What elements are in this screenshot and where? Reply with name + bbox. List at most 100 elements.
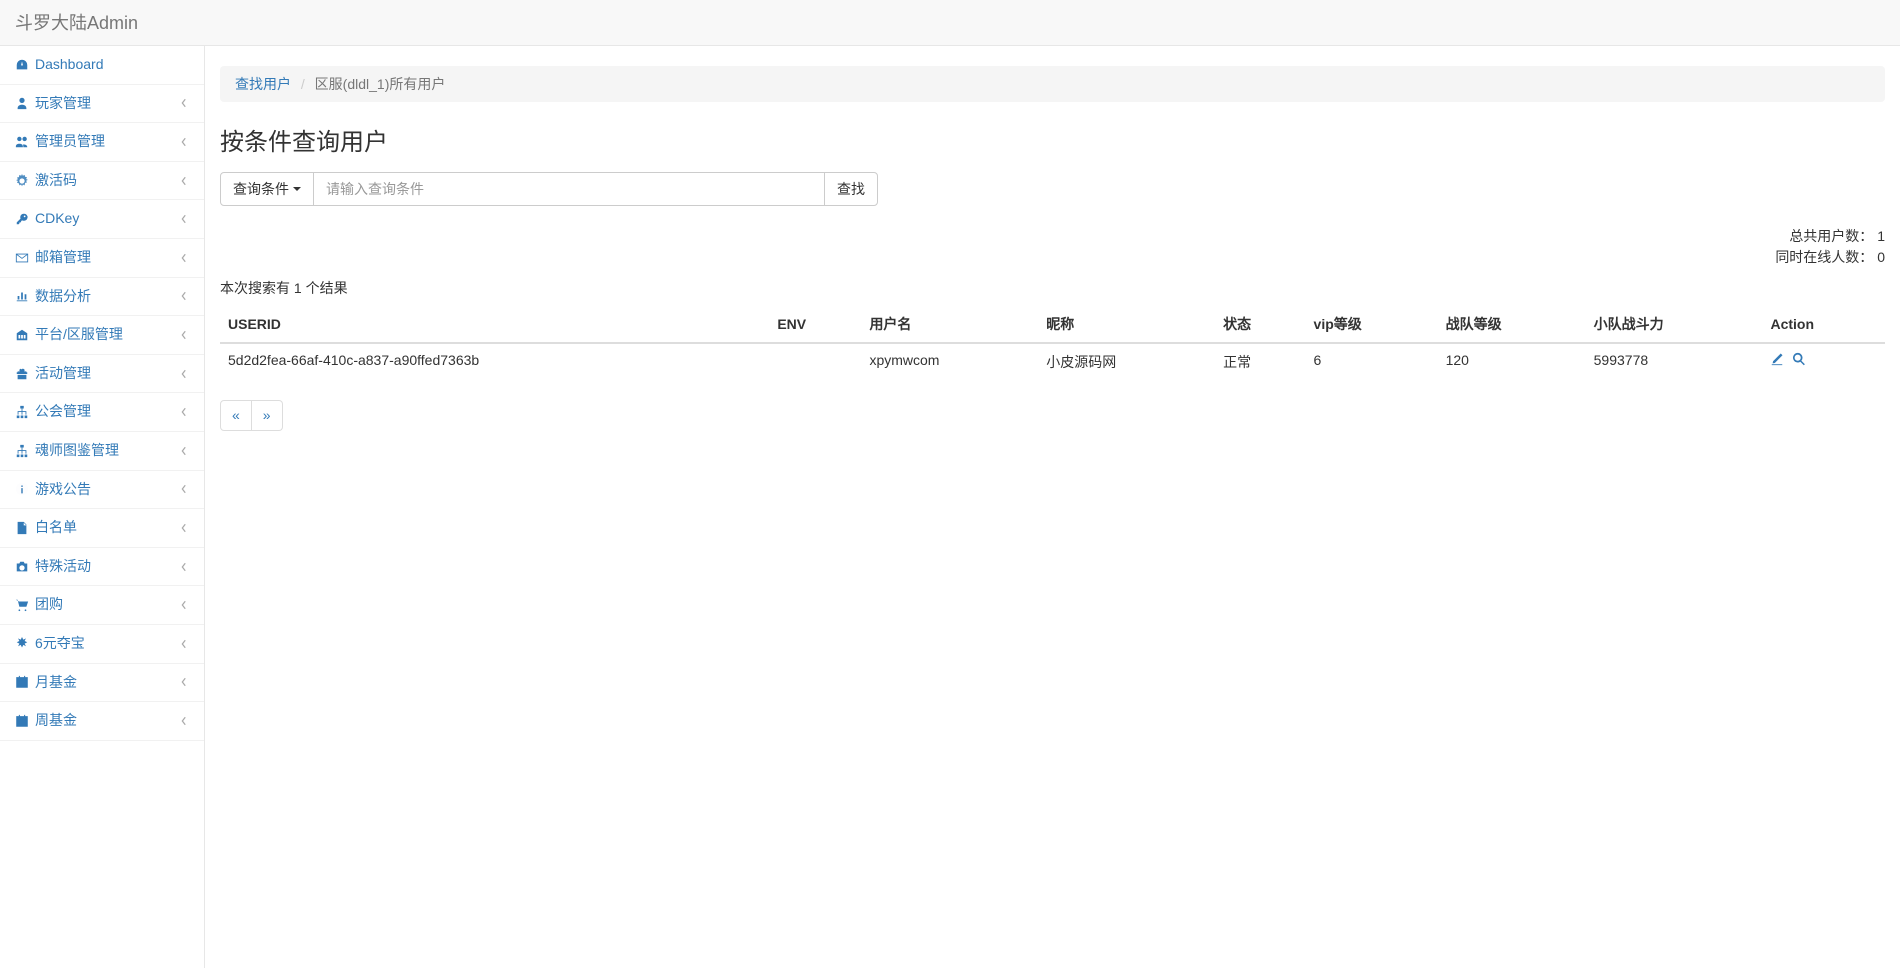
page-title: 按条件查询用户: [220, 122, 1885, 157]
sidebar-item-label: CDKey: [35, 209, 79, 229]
page-prev-button[interactable]: «: [220, 400, 252, 431]
chevron-left-icon: [179, 562, 189, 572]
th-team-level: 战队等级: [1438, 306, 1586, 343]
sidebar-item-player-manage[interactable]: 玩家管理: [0, 85, 204, 124]
sidebar-item-group-buy[interactable]: 团购: [0, 586, 204, 625]
chart-icon: [15, 289, 29, 303]
sidebar-item-label: 团购: [35, 595, 63, 615]
sidebar-item-label: 魂师图鉴管理: [35, 441, 119, 461]
sidebar-item-monthly-fund[interactable]: 月基金: [0, 664, 204, 703]
chevron-left-icon: [179, 446, 189, 456]
calendar-icon: [15, 675, 29, 689]
sidebar-item-label: 数据分析: [35, 287, 91, 307]
th-username: 用户名: [861, 306, 1038, 343]
search-button[interactable]: 查找: [824, 172, 878, 206]
cell-squad-power: 5993778: [1586, 343, 1763, 380]
cell-nickname: 小皮源码网: [1038, 343, 1215, 380]
total-users-label: 总共用户数：: [1789, 228, 1873, 244]
cart-icon: [15, 598, 29, 612]
sidebar-item-label: 周基金: [35, 711, 77, 731]
sidebar-item-label: 公会管理: [35, 402, 91, 422]
th-action: Action: [1762, 306, 1885, 343]
caret-down-icon: [293, 187, 301, 191]
th-status: 状态: [1215, 306, 1305, 343]
cog-icon: [15, 174, 29, 188]
main-content: 查找用户 / 区服(dldl_1)所有用户 按条件查询用户 查询条件 查找 总共…: [205, 46, 1900, 968]
sidebar-item-data-analysis[interactable]: 数据分析: [0, 278, 204, 317]
file-icon: [15, 521, 29, 535]
key-icon: [15, 212, 29, 226]
sidebar-item-cdkey[interactable]: CDKey: [0, 200, 204, 239]
sidebar-item-dashboard[interactable]: Dashboard: [0, 46, 204, 85]
cell-status: 正常: [1215, 343, 1305, 380]
sitemap-icon: [15, 405, 29, 419]
camera-icon: [15, 560, 29, 574]
sidebar-item-label: 特殊活动: [35, 557, 91, 577]
sidebar: Dashboard 玩家管理 管理员管理 激活码: [0, 46, 205, 968]
sidebar-item-label: 游戏公告: [35, 480, 91, 500]
page-next-button[interactable]: »: [252, 400, 283, 431]
breadcrumb-separator: /: [301, 76, 305, 92]
breadcrumb-link-find-user[interactable]: 查找用户: [235, 76, 291, 92]
user-icon: [15, 96, 29, 110]
chevron-left-icon: [179, 369, 189, 379]
search-icon[interactable]: [1792, 352, 1806, 366]
sidebar-item-label: 玩家管理: [35, 94, 91, 114]
calendar-icon: [15, 714, 29, 728]
edit-icon[interactable]: [1770, 352, 1784, 366]
cell-team-level: 120: [1438, 343, 1586, 380]
dropdown-label: 查询条件: [233, 179, 289, 199]
th-vip: vip等级: [1306, 306, 1438, 343]
total-users-value: 1: [1877, 228, 1885, 244]
sidebar-item-weekly-fund[interactable]: 周基金: [0, 702, 204, 741]
table-header-row: USERID ENV 用户名 昵称 状态 vip等级 战队等级 小队战斗力 Ac…: [220, 306, 1885, 343]
dashboard-icon: [15, 58, 29, 72]
app-header: 斗罗大陆Admin: [0, 0, 1900, 46]
th-userid: USERID: [220, 306, 769, 343]
chevron-left-icon: [179, 330, 189, 340]
th-squad-power: 小队战斗力: [1586, 306, 1763, 343]
users-icon: [15, 135, 29, 149]
chevron-left-icon: [179, 137, 189, 147]
users-table: USERID ENV 用户名 昵称 状态 vip等级 战队等级 小队战斗力 Ac…: [220, 306, 1885, 380]
search-input[interactable]: [314, 172, 824, 206]
sidebar-item-6yuan-treasure[interactable]: 6元夺宝: [0, 625, 204, 664]
envelope-icon: [15, 251, 29, 265]
sidebar-item-guild-manage[interactable]: 公会管理: [0, 393, 204, 432]
sidebar-item-label: Dashboard: [35, 55, 104, 75]
chevron-left-icon: [179, 253, 189, 263]
sidebar-item-whitelist[interactable]: 白名单: [0, 509, 204, 548]
gift-icon: [15, 367, 29, 381]
chevron-left-icon: [179, 600, 189, 610]
online-value: 0: [1877, 249, 1885, 265]
table-row: 5d2d2fea-66af-410c-a837-a90ffed7363b xpy…: [220, 343, 1885, 380]
cell-username: xpymwcom: [861, 343, 1038, 380]
sidebar-item-label: 月基金: [35, 673, 77, 693]
sidebar-item-special-event[interactable]: 特殊活动: [0, 548, 204, 587]
sidebar-item-label: 激活码: [35, 171, 77, 191]
sidebar-item-event-manage[interactable]: 活动管理: [0, 355, 204, 394]
sidebar-item-mail-manage[interactable]: 邮箱管理: [0, 239, 204, 278]
chevron-left-icon: [179, 716, 189, 726]
pagination: « »: [220, 400, 283, 431]
sidebar-item-label: 邮箱管理: [35, 248, 91, 268]
sidebar-item-soulmaster-manage[interactable]: 魂师图鉴管理: [0, 432, 204, 471]
sidebar-item-game-announcement[interactable]: 游戏公告: [0, 471, 204, 510]
search-condition-dropdown[interactable]: 查询条件: [220, 172, 314, 206]
chevron-left-icon: [179, 484, 189, 494]
sitemap-icon: [15, 444, 29, 458]
sidebar-item-label: 活动管理: [35, 364, 91, 384]
sidebar-item-admin-manage[interactable]: 管理员管理: [0, 123, 204, 162]
chevron-left-icon: [179, 98, 189, 108]
chevron-left-icon: [179, 523, 189, 533]
sidebar-item-activation-code[interactable]: 激活码: [0, 162, 204, 201]
sidebar-item-platform-server[interactable]: 平台/区服管理: [0, 316, 204, 355]
online-label: 同时在线人数：: [1775, 249, 1873, 265]
cell-vip: 6: [1306, 343, 1438, 380]
chevron-left-icon: [179, 176, 189, 186]
sidebar-item-label: 管理员管理: [35, 132, 105, 152]
sidebar-item-label: 平台/区服管理: [35, 325, 123, 345]
chevron-left-icon: [179, 677, 189, 687]
th-env: ENV: [769, 306, 861, 343]
brand-title: 斗罗大陆Admin: [15, 13, 138, 33]
